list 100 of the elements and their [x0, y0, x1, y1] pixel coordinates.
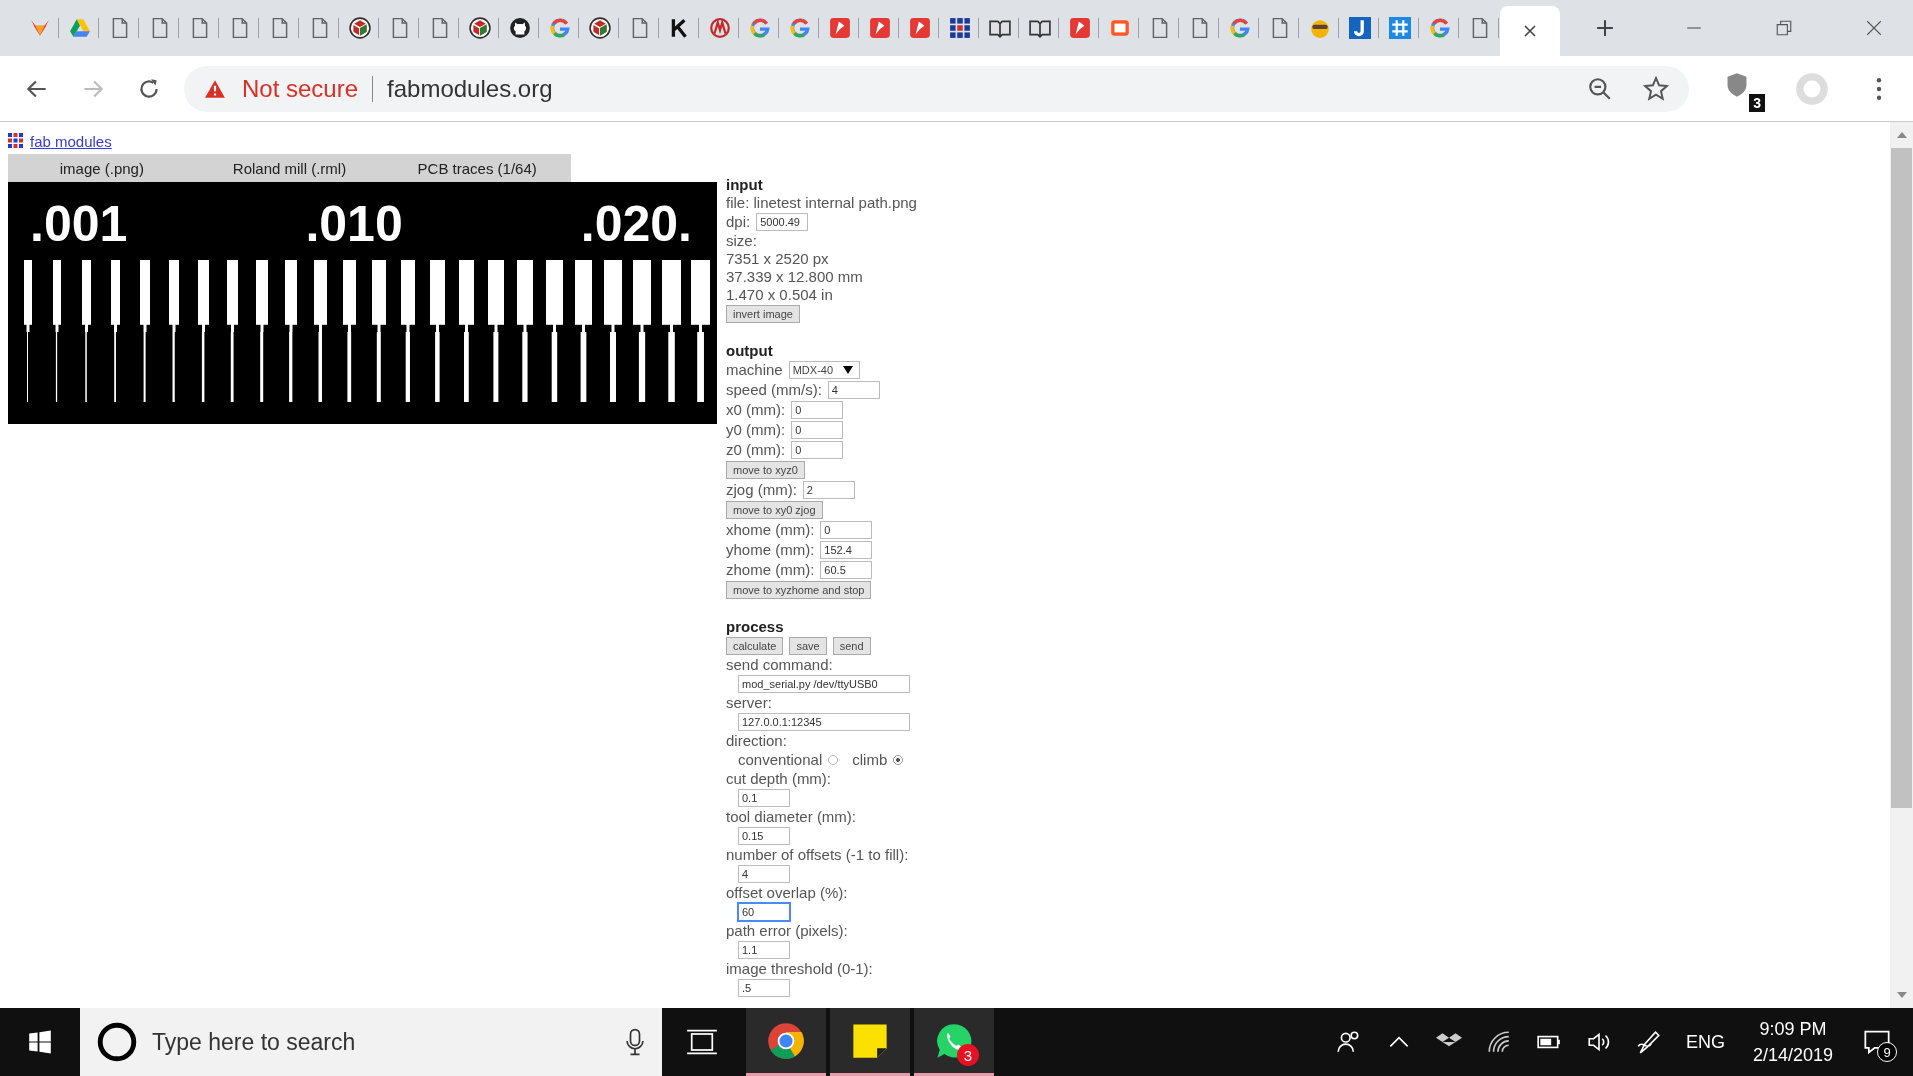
field-label: yhome (mm): — [726, 541, 815, 559]
form-button[interactable]: calculate — [726, 637, 784, 655]
info-text: 7351 x 2520 px — [726, 250, 830, 268]
input-field[interactable]: 0.15 — [738, 827, 790, 845]
form-button[interactable]: invert image — [726, 305, 800, 323]
info-text: size: — [726, 232, 758, 250]
machine-dropdown[interactable]: MDX-40 — [788, 361, 861, 379]
form-button[interactable]: move to xyz0 — [726, 461, 805, 479]
form-button[interactable]: save — [789, 637, 827, 655]
input-field[interactable]: 1.1 — [738, 941, 790, 959]
wifi-icon[interactable] — [1485, 1029, 1512, 1055]
input-field[interactable]: 127.0.0.1:12345 — [738, 713, 910, 731]
field-label: xhome (mm): — [726, 521, 815, 539]
radio-button[interactable] — [893, 755, 904, 765]
form-button[interactable]: move to xy0 zjog — [726, 501, 823, 519]
radio-button[interactable] — [828, 755, 839, 765]
cartoon-face-icon — [1308, 17, 1331, 39]
cube-icon — [468, 17, 491, 39]
input-field[interactable]: .5 — [738, 979, 790, 997]
pen-icon[interactable] — [1635, 1029, 1662, 1055]
step-label[interactable]: Roland mill (.rml) — [195, 159, 384, 177]
input-field[interactable]: 4 — [738, 865, 790, 883]
input-field[interactable]: 4 — [827, 381, 880, 399]
input-field[interactable]: 60 — [738, 903, 790, 921]
star-icon[interactable] — [1643, 75, 1669, 102]
scroll-thumb[interactable] — [1891, 148, 1912, 808]
info-text: cut depth (mm): — [726, 770, 833, 788]
input-field[interactable]: 0.1 — [738, 789, 790, 807]
g-logo-icon — [548, 17, 571, 39]
cat-icon — [508, 17, 531, 39]
info-text: number of offsets (-1 to fill): — [726, 846, 910, 864]
arrow-logo-icon — [908, 17, 931, 39]
arrow-logo-icon — [828, 17, 851, 39]
menu-icon[interactable] — [1875, 76, 1883, 101]
new-tab-icon[interactable] — [1596, 19, 1614, 37]
taskbar-app[interactable] — [746, 1008, 826, 1076]
step-label[interactable]: PCB traces (1/64) — [383, 159, 571, 177]
zoom-out-icon[interactable] — [1587, 75, 1613, 102]
url-text: fabmodules.org — [387, 74, 553, 103]
extension-badge: 3 — [1749, 93, 1765, 112]
step-label[interactable]: image (.png) — [8, 159, 196, 177]
field-label: y0 (mm): — [726, 421, 786, 439]
field-label: z0 (mm): — [726, 441, 786, 459]
home-link[interactable]: fab modules — [30, 132, 112, 150]
input-field[interactable]: 5000.49 — [756, 213, 809, 231]
input-field[interactable]: 60.5 — [820, 561, 873, 579]
microphone-icon[interactable] — [626, 1028, 644, 1056]
triangle-icon — [68, 17, 91, 39]
form-button[interactable]: move to xyzhome and stop — [726, 581, 872, 599]
cube-icon — [348, 17, 371, 39]
taskbar-app[interactable] — [830, 1008, 910, 1076]
language-indicator[interactable]: ENG — [1685, 1031, 1725, 1053]
info-text: 1.470 x 0.504 in — [726, 286, 834, 304]
input-field[interactable]: 0 — [820, 521, 873, 539]
arrow-logo-icon — [1068, 17, 1091, 39]
info-text: 37.339 x 12.800 mm — [726, 268, 864, 286]
section-title: output — [726, 342, 774, 360]
input-field[interactable]: 152.4 — [820, 541, 873, 559]
info-text: image threshold (0-1): — [726, 960, 874, 978]
field-label: zjog (mm): — [726, 481, 797, 499]
unread-badge: 3 — [957, 1044, 979, 1066]
input-field[interactable]: mod_serial.py /dev/ttyUSB0 — [738, 675, 910, 693]
field-label: zhome (mm): — [726, 561, 815, 579]
windows-logo-icon[interactable] — [28, 1030, 52, 1054]
input-field[interactable]: 2 — [802, 481, 855, 499]
g-logo-icon — [1428, 17, 1451, 39]
field-label: machine — [726, 361, 783, 379]
scroll-down-icon[interactable] — [1896, 992, 1907, 998]
notification-icon[interactable] — [1863, 1028, 1891, 1056]
info-text: file: linetest internal path.png — [726, 194, 917, 212]
info-text: send command: — [726, 656, 834, 674]
input-field[interactable]: 0 — [791, 421, 844, 439]
input-field[interactable]: 0 — [791, 441, 844, 459]
restore-icon[interactable] — [1775, 19, 1793, 37]
g-logo-icon — [788, 17, 811, 39]
info-text: path error (pixels): — [726, 922, 849, 940]
sticky-note-icon — [851, 1021, 889, 1060]
taskbar-app[interactable]: 3 — [914, 1008, 994, 1076]
g-logo-icon — [1228, 17, 1251, 39]
info-text: offset overlap (%): — [726, 884, 849, 902]
shield-icon[interactable] — [1725, 71, 1749, 98]
g-logo-icon — [748, 17, 771, 39]
section-title: input — [726, 176, 764, 194]
field-label: dpi: — [726, 213, 751, 231]
taskbar-search-field[interactable]: Type here to search — [80, 1008, 662, 1076]
task-view-icon[interactable] — [686, 1028, 718, 1056]
form-button[interactable]: send — [832, 637, 871, 655]
input-field[interactable]: 0 — [791, 401, 844, 419]
warning-icon — [204, 78, 226, 99]
j-logo-icon — [1348, 17, 1371, 39]
close-icon[interactable] — [1865, 19, 1883, 37]
clock-date: 2/14/2019 — [1752, 1044, 1833, 1067]
close-tab-icon[interactable] — [1522, 24, 1537, 38]
clock[interactable]: 9:09 PM 2/14/2019 — [1752, 1016, 1833, 1068]
dot-grid-icon — [8, 133, 24, 149]
arrow-logo-icon — [868, 17, 891, 39]
trace-width-label: .001 — [30, 196, 128, 252]
scroll-up-icon[interactable] — [1896, 132, 1907, 138]
address-bar[interactable]: Not secure fabmodules.org — [184, 65, 1689, 112]
trace-width-label: .020. — [580, 196, 692, 252]
